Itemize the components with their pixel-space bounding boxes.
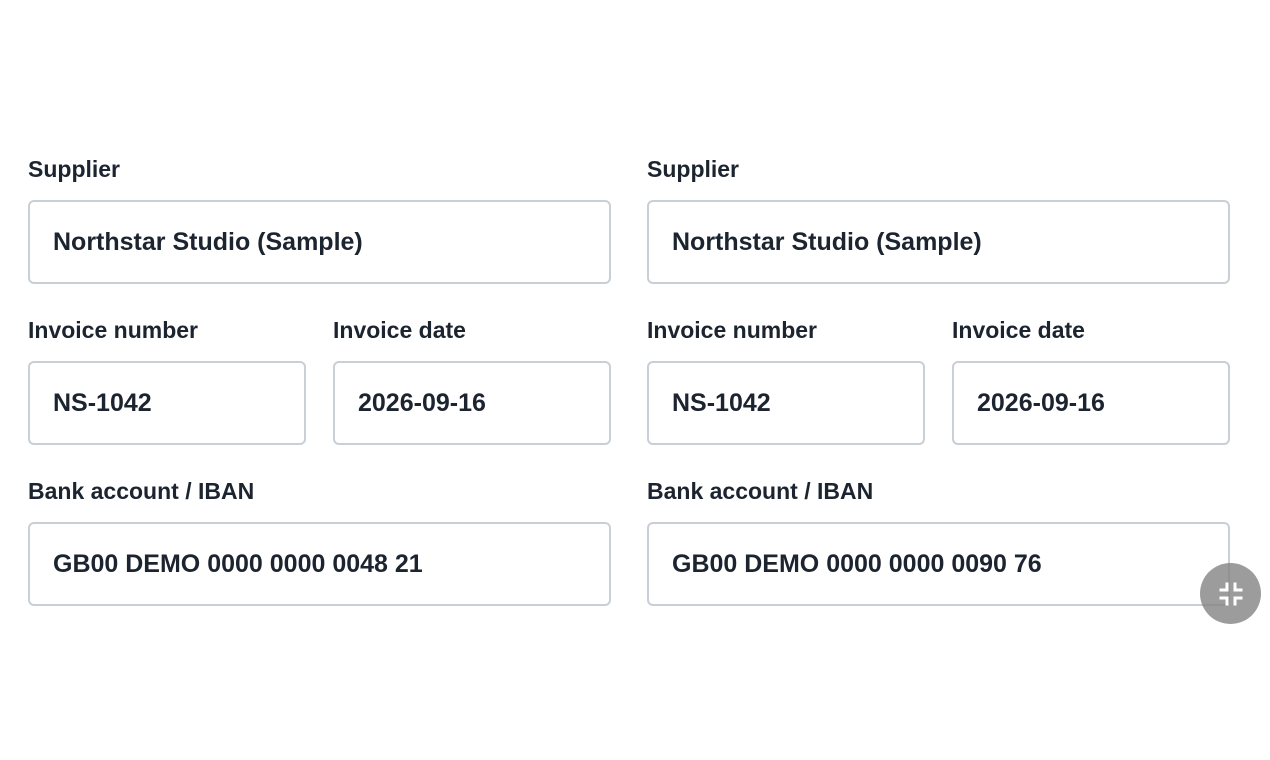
invoice-date-label: Invoice date [952, 317, 1085, 343]
invoice-number-field[interactable]: NS-1042 [28, 361, 306, 445]
collapse-icon [1219, 582, 1242, 605]
invoice-form-left: Supplier Northstar Studio (Sample) Invoi… [28, 0, 611, 760]
bank-account-label: Bank account / IBAN [28, 478, 255, 504]
invoice-number-label: Invoice number [647, 317, 817, 343]
bank-account-field[interactable]: GB00 DEMO 0000 0000 0090 76 [647, 522, 1230, 606]
invoice-date-field[interactable]: 2026-09-16 [333, 361, 611, 445]
invoice-date-label: Invoice date [333, 317, 466, 343]
bank-account-field[interactable]: GB00 DEMO 0000 0000 0048 21 [28, 522, 611, 606]
invoice-date-field[interactable]: 2026-09-16 [952, 361, 1230, 445]
collapse-button[interactable] [1200, 563, 1261, 624]
supplier-field[interactable]: Northstar Studio (Sample) [647, 200, 1230, 284]
supplier-label: Supplier [647, 156, 740, 182]
invoice-form-right: Supplier Northstar Studio (Sample) Invoi… [647, 0, 1230, 760]
invoice-number-field[interactable]: NS-1042 [647, 361, 925, 445]
bank-account-label: Bank account / IBAN [647, 478, 874, 504]
supplier-label: Supplier [28, 156, 121, 182]
invoice-number-label: Invoice number [28, 317, 198, 343]
supplier-field[interactable]: Northstar Studio (Sample) [28, 200, 611, 284]
